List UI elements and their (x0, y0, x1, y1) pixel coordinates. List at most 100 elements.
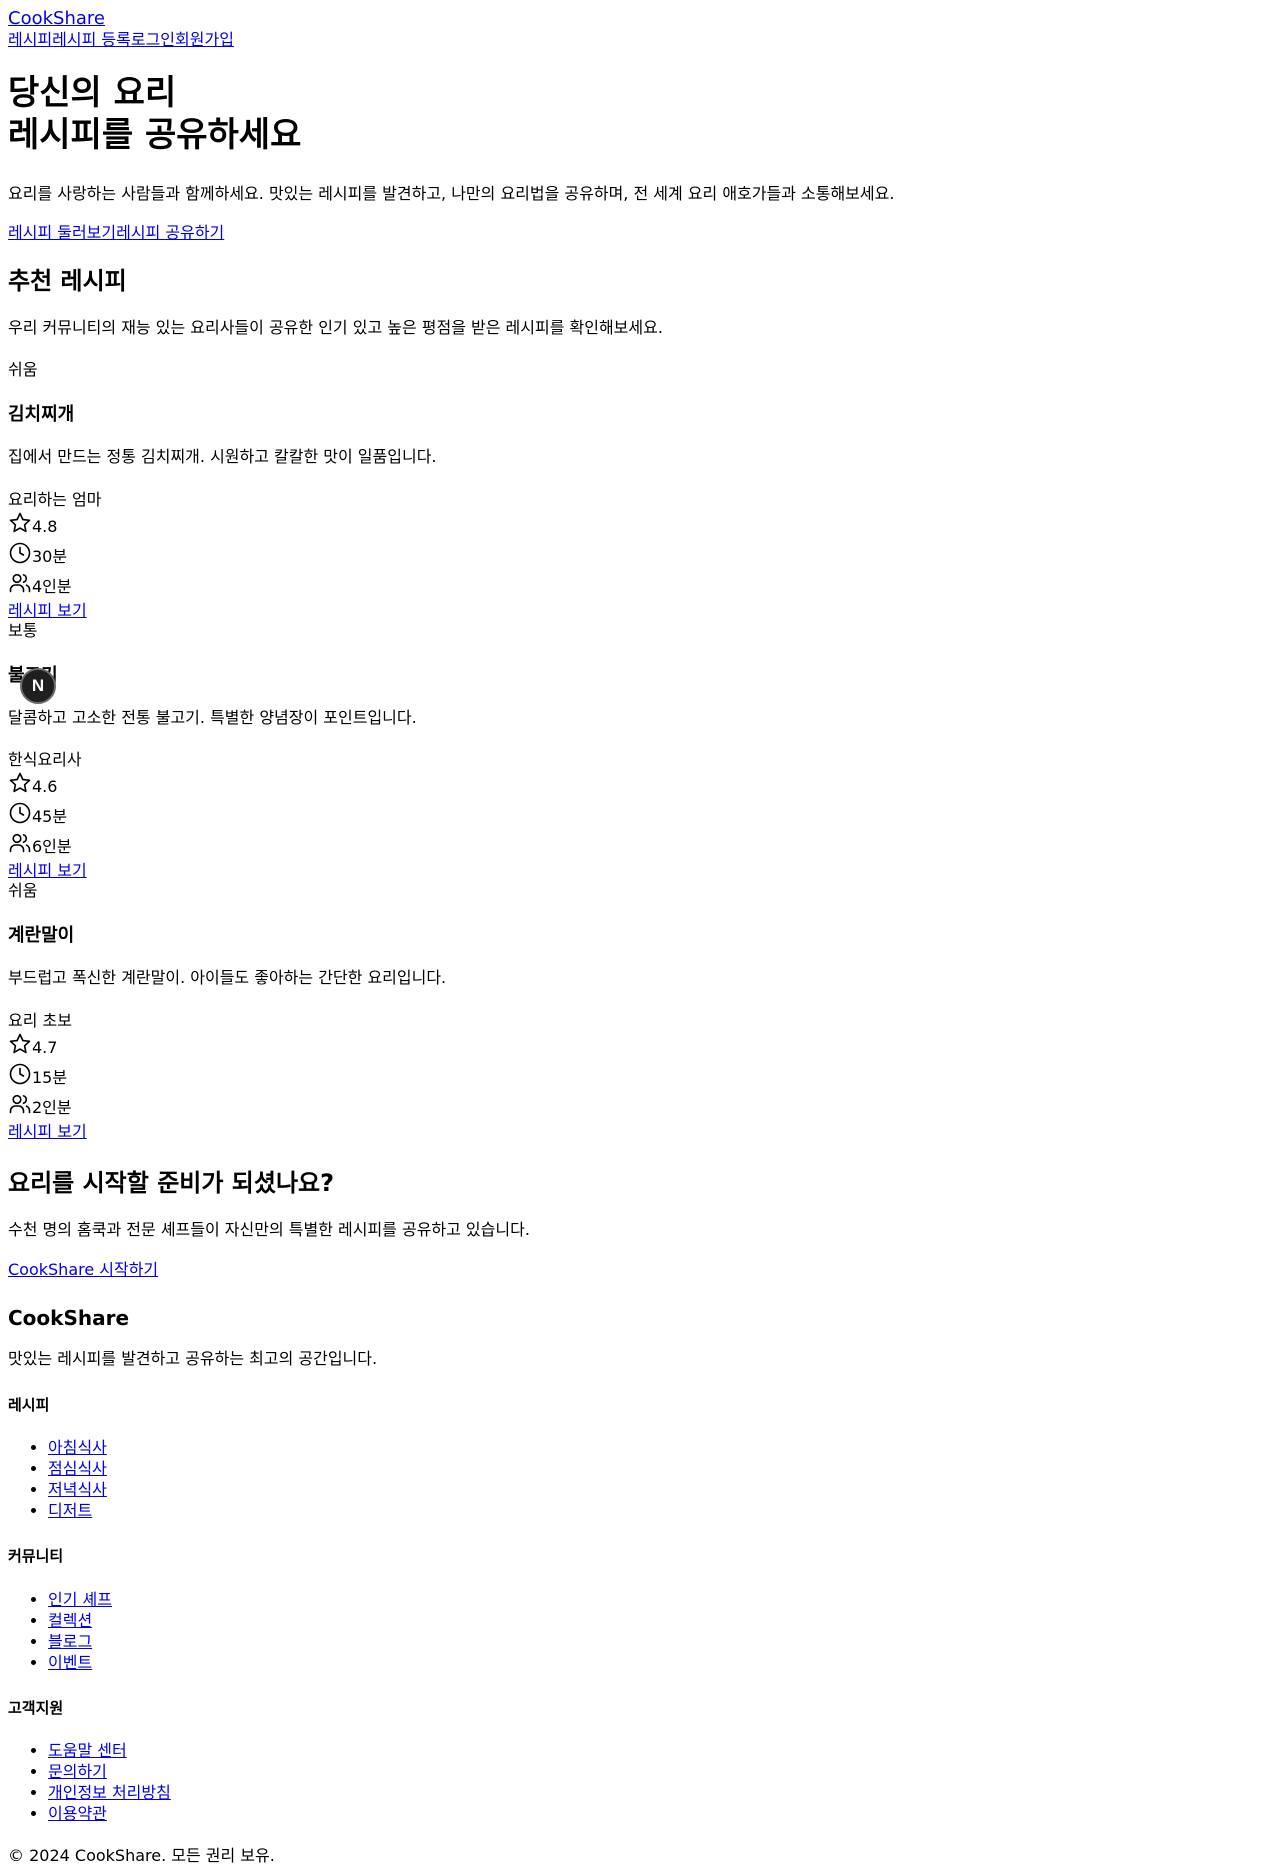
list-item: 문의하기 (48, 1761, 1272, 1782)
star-icon (8, 771, 32, 795)
footer-link-list: 도움말 센터 문의하기 개인정보 처리방침 이용약관 (8, 1740, 1272, 1824)
footer-link-contact[interactable]: 문의하기 (48, 1762, 107, 1781)
list-item: 도움말 센터 (48, 1740, 1272, 1761)
recipe-author: 요리하는 엄마 (8, 489, 102, 509)
list-item: 이용약관 (48, 1803, 1272, 1824)
servings-value: 4인분 (32, 576, 72, 596)
browse-recipes-link[interactable]: 레시피 둘러보기 (8, 223, 116, 242)
recipe-servings: 2인분 (8, 1092, 1272, 1122)
list-item: 저녁식사 (48, 1479, 1272, 1500)
share-recipe-link[interactable]: 레시피 공유하기 (116, 223, 224, 242)
page: CookShare 레시피레시피 등록로그인회원가입 당신의 요리 레시피를 공… (0, 0, 1280, 1875)
recipe-description: 집에서 만드는 정통 김치찌개. 시원하고 칼칼한 맛이 일품입니다. (8, 447, 437, 467)
hero-title-line2: 레시피를 공유하세요 (8, 115, 302, 155)
view-recipe-link[interactable]: 레시피 보기 (8, 861, 1272, 881)
footer-link-dessert[interactable]: 디저트 (48, 1501, 92, 1520)
footer-link-events[interactable]: 이벤트 (48, 1653, 92, 1672)
list-item: 아침식사 (48, 1437, 1272, 1458)
recipe-title: 계란말이 (8, 924, 75, 946)
footer-link-list: 아침식사 점심식사 저녁식사 디저트 (8, 1437, 1272, 1521)
star-icon (8, 1032, 32, 1056)
clock-icon (8, 1062, 32, 1086)
get-started-link[interactable]: CookShare 시작하기 (8, 1260, 158, 1281)
logo-link[interactable]: CookShare (8, 8, 105, 30)
recipe-author: 한식요리사 (8, 750, 82, 770)
rating-value: 4.6 (32, 777, 58, 797)
star-icon (8, 511, 32, 535)
view-recipe-link[interactable]: 레시피 보기 (8, 601, 1272, 621)
servings-value: 6인분 (32, 837, 72, 857)
featured-title: 추천 레시피 (8, 266, 127, 295)
nav-link-login[interactable]: 로그인 (131, 30, 175, 49)
hero-cta-group: 레시피 둘러보기레시피 공유하기 (8, 223, 1272, 244)
footer-link-popular-chefs[interactable]: 인기 셰프 (48, 1590, 112, 1609)
cta-section: 요리를 시작할 준비가 되셨나요? 수천 명의 홈쿡과 전문 셰프들이 자신만의… (8, 1168, 1272, 1282)
hero-title: 당신의 요리 레시피를 공유하세요 (8, 72, 1272, 156)
cta-title: 요리를 시작할 준비가 되셨나요? (8, 1168, 335, 1197)
difficulty-badge: 보통 (8, 620, 38, 640)
featured-description: 우리 커뮤니티의 재능 있는 요리사들이 공유한 인기 있고 높은 평점을 받은… (8, 317, 663, 337)
footer-link-terms[interactable]: 이용약관 (48, 1804, 107, 1823)
clock-icon (8, 541, 32, 565)
list-item: 인기 셰프 (48, 1589, 1272, 1610)
list-item: 컬렉션 (48, 1610, 1272, 1631)
hero-title-line1: 당신의 요리 (8, 73, 177, 113)
footer-link-privacy[interactable]: 개인정보 처리방침 (48, 1783, 171, 1802)
recipe-card: 보통 불고기 달콤하고 고소한 전통 불고기. 특별한 양념장이 포인트입니다.… (8, 621, 1272, 881)
recipe-author: 요리 초보 (8, 1010, 72, 1030)
recipe-title: 김치찌개 (8, 404, 75, 426)
site-footer: CookShare 맛있는 레시피를 발견하고 공유하는 최고의 공간입니다. … (8, 1303, 1272, 1867)
users-icon (8, 1092, 32, 1116)
footer-link-list: 인기 셰프 컬렉션 블로그 이벤트 (8, 1589, 1272, 1673)
list-item: 블로그 (48, 1631, 1272, 1652)
nav-link-signup[interactable]: 회원가입 (175, 30, 234, 49)
rating-value: 4.8 (32, 516, 58, 536)
recipe-servings: 4인분 (8, 571, 1272, 601)
time-value: 45분 (32, 807, 68, 827)
footer-column-community: 커뮤니티 인기 셰프 컬렉션 블로그 이벤트 (8, 1547, 1272, 1673)
time-value: 15분 (32, 1067, 68, 1087)
dev-tools-avatar-button[interactable]: N (20, 668, 56, 704)
list-item: 디저트 (48, 1500, 1272, 1521)
servings-value: 2인분 (32, 1097, 72, 1117)
footer-column-recipes: 레시피 아침식사 점심식사 저녁식사 디저트 (8, 1396, 1272, 1522)
list-item: 개인정보 처리방침 (48, 1782, 1272, 1803)
recipe-rating: 4.7 (8, 1032, 1272, 1062)
recipe-time: 45분 (8, 801, 1272, 831)
featured-recipes-section: 추천 레시피 우리 커뮤니티의 재능 있는 요리사들이 공유한 인기 있고 높은… (8, 266, 1272, 1142)
difficulty-badge: 쉬움 (8, 360, 38, 380)
recipe-time: 15분 (8, 1062, 1272, 1092)
recipe-rating: 4.6 (8, 771, 1272, 801)
recipe-rating: 4.8 (8, 511, 1272, 541)
footer-link-dinner[interactable]: 저녁식사 (48, 1480, 107, 1499)
footer-column-title: 레시피 (8, 1395, 50, 1414)
cta-description: 수천 명의 홈쿡과 전문 셰프들이 자신만의 특별한 레시피를 공유하고 있습니… (8, 1219, 530, 1239)
list-item: 이벤트 (48, 1652, 1272, 1673)
nav-link-recipes[interactable]: 레시피 (8, 30, 52, 49)
footer-link-lunch[interactable]: 점심식사 (48, 1459, 107, 1478)
recipe-title: 불고기 (8, 664, 1272, 688)
main-nav: 레시피레시피 등록로그인회원가입 (8, 30, 1272, 50)
footer-link-help-center[interactable]: 도움말 센터 (48, 1741, 127, 1760)
recipe-description: 달콤하고 고소한 전통 불고기. 특별한 양념장이 포인트입니다. (8, 707, 417, 727)
footer-brand: CookShare (8, 1306, 130, 1331)
hero-section: 당신의 요리 레시피를 공유하세요 요리를 사랑하는 사람들과 함께하세요. 맛… (8, 72, 1272, 244)
copyright-text: © 2024 CookShare. 모든 권리 보유. (8, 1846, 275, 1866)
recipe-card: 쉬움 계란말이 부드럽고 폭신한 계란말이. 아이들도 좋아하는 간단한 요리입… (8, 881, 1272, 1141)
footer-link-blog[interactable]: 블로그 (48, 1632, 92, 1651)
recipe-description: 부드럽고 폭신한 계란말이. 아이들도 좋아하는 간단한 요리입니다. (8, 967, 447, 987)
recipe-servings: 6인분 (8, 831, 1272, 861)
footer-link-collections[interactable]: 컬렉션 (48, 1611, 92, 1630)
footer-column-title: 커뮤니티 (8, 1547, 64, 1566)
footer-tagline: 맛있는 레시피를 발견하고 공유하는 최고의 공간입니다. (8, 1349, 378, 1369)
recipe-time: 30분 (8, 541, 1272, 571)
nav-link-submit-recipe[interactable]: 레시피 등록 (52, 30, 131, 49)
view-recipe-link[interactable]: 레시피 보기 (8, 1122, 1272, 1142)
users-icon (8, 831, 32, 855)
footer-column-support: 고객지원 도움말 센터 문의하기 개인정보 처리방침 이용약관 (8, 1699, 1272, 1825)
clock-icon (8, 801, 32, 825)
footer-link-breakfast[interactable]: 아침식사 (48, 1438, 107, 1457)
recipe-card: 쉬움 김치찌개 집에서 만드는 정통 김치찌개. 시원하고 칼칼한 맛이 일품입… (8, 360, 1272, 620)
users-icon (8, 571, 32, 595)
rating-value: 4.7 (32, 1037, 58, 1057)
